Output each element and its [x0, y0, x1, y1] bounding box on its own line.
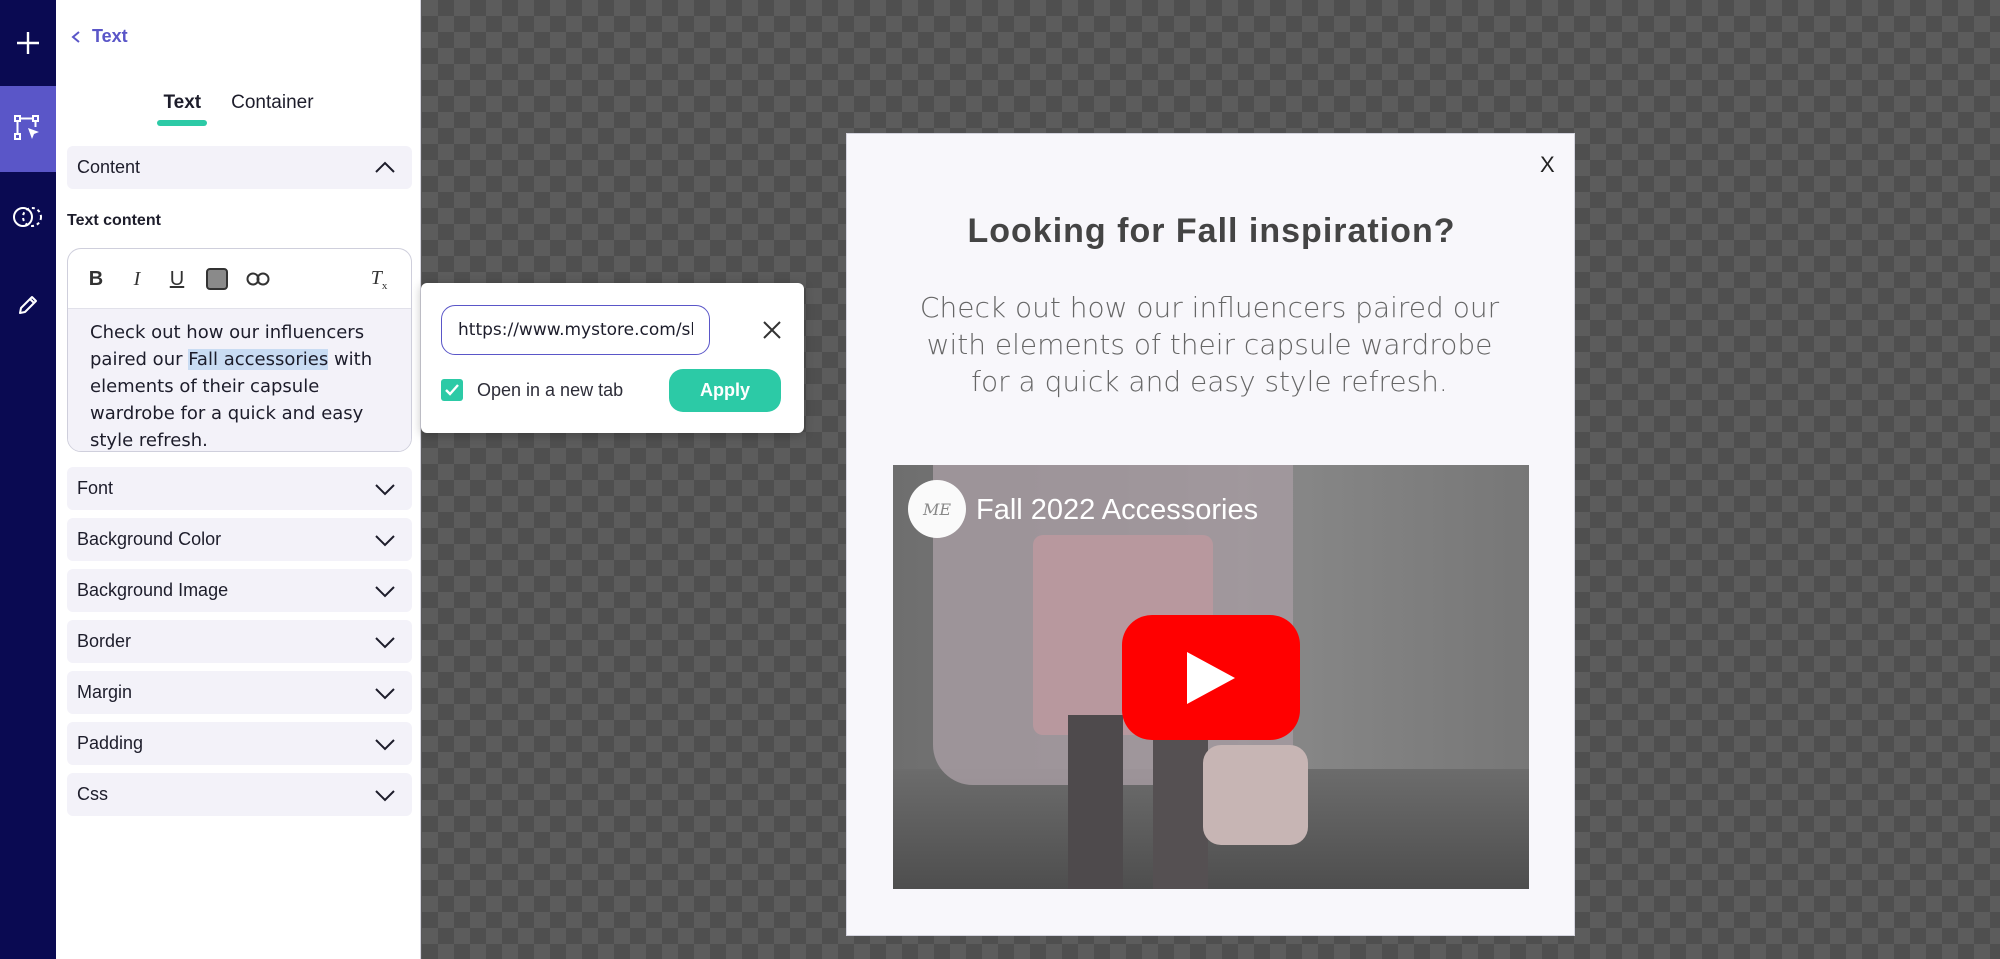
chevron-up-icon	[375, 161, 395, 173]
editor-toolbar: B I U Tx	[68, 249, 411, 309]
chevron-down-icon	[375, 687, 395, 699]
checkmark-icon	[445, 384, 459, 396]
text-content-label: Text content	[67, 212, 161, 229]
open-new-tab-label[interactable]: Open in a new tab	[477, 380, 623, 401]
section-label: Background Image	[77, 580, 229, 600]
section-label: Border	[77, 631, 132, 651]
section-content[interactable]: Content	[67, 146, 412, 189]
shapes-icon	[13, 207, 42, 227]
link-popover-close-button[interactable]	[758, 316, 786, 344]
bold-button[interactable]: B	[81, 265, 111, 293]
section-label: Content	[77, 157, 141, 177]
tab-text[interactable]: Text	[157, 92, 207, 126]
popup-body-text[interactable]: Check out how our influencers paired our…	[907, 289, 1512, 400]
popup-preview[interactable]: X Looking for Fall inspiration? Check ou…	[846, 133, 1575, 936]
play-button[interactable]	[1122, 615, 1300, 740]
text-color-button[interactable]	[202, 265, 232, 293]
link-button[interactable]	[243, 265, 273, 293]
video-thumbnail-handbag	[1203, 745, 1308, 845]
rich-text-editor: B I U Tx Check out how our influencers p…	[67, 248, 412, 452]
editor-selected-text: Fall accessories	[188, 349, 329, 370]
select-tool-button[interactable]	[0, 86, 56, 172]
editor-content[interactable]: Check out how our influencers paired our…	[68, 309, 411, 451]
video-embed[interactable]: ME Fall 2022 Accessories	[893, 465, 1529, 889]
link-icon	[246, 272, 270, 286]
back-label: Text	[92, 26, 128, 46]
edit-button[interactable]	[0, 262, 56, 348]
section-margin[interactable]: Margin	[67, 671, 412, 714]
chevron-left-icon	[71, 30, 80, 43]
clear-format-button[interactable]: Tx	[364, 265, 394, 293]
close-icon	[763, 321, 781, 339]
popup-headline[interactable]: Looking for Fall inspiration?	[847, 212, 1576, 251]
shapes-button[interactable]	[0, 174, 56, 260]
section-label: Padding	[77, 733, 144, 753]
chevron-down-icon	[375, 789, 395, 801]
open-new-tab-checkbox[interactable]	[441, 379, 463, 401]
chevron-down-icon	[375, 738, 395, 750]
section-css[interactable]: Css	[67, 773, 412, 816]
link-url-input[interactable]	[441, 305, 710, 355]
video-thumbnail-boot	[1153, 715, 1208, 889]
left-rail	[0, 0, 56, 959]
channel-avatar[interactable]: ME	[908, 480, 966, 538]
select-cursor-icon	[14, 115, 39, 140]
underline-button[interactable]: U	[162, 265, 192, 293]
section-label: Font	[77, 478, 114, 498]
section-background-color[interactable]: Background Color	[67, 518, 412, 561]
section-border[interactable]: Border	[67, 620, 412, 663]
chevron-down-icon	[375, 585, 395, 597]
clear-format-icon: Tx	[370, 266, 388, 292]
italic-button[interactable]: I	[122, 265, 152, 293]
section-label: Margin	[77, 682, 133, 702]
tab-container[interactable]: Container	[231, 92, 313, 126]
play-icon	[1187, 651, 1235, 704]
plus-icon	[17, 32, 39, 54]
link-popover: Open in a new tab Apply	[421, 283, 804, 433]
panel-tabs: Text Container	[56, 92, 421, 126]
add-button[interactable]	[0, 0, 56, 86]
video-title[interactable]: Fall 2022 Accessories	[976, 494, 1258, 527]
section-padding[interactable]: Padding	[67, 722, 412, 765]
back-link[interactable]: Text	[70, 26, 128, 47]
section-label: Css	[77, 784, 108, 804]
chevron-down-icon	[375, 636, 395, 648]
apply-button[interactable]: Apply	[669, 369, 781, 412]
chevron-down-icon	[375, 483, 395, 495]
section-background-image[interactable]: Background Image	[67, 569, 412, 612]
chevron-down-icon	[375, 534, 395, 546]
popup-close-button[interactable]: X	[1540, 152, 1555, 178]
properties-panel: Text Text Container Content Text content…	[56, 0, 421, 959]
pencil-icon	[19, 296, 37, 314]
color-swatch-icon	[206, 268, 228, 290]
video-thumbnail-boot	[1068, 715, 1123, 889]
section-font[interactable]: Font	[67, 467, 412, 510]
section-label: Background Color	[77, 529, 222, 549]
